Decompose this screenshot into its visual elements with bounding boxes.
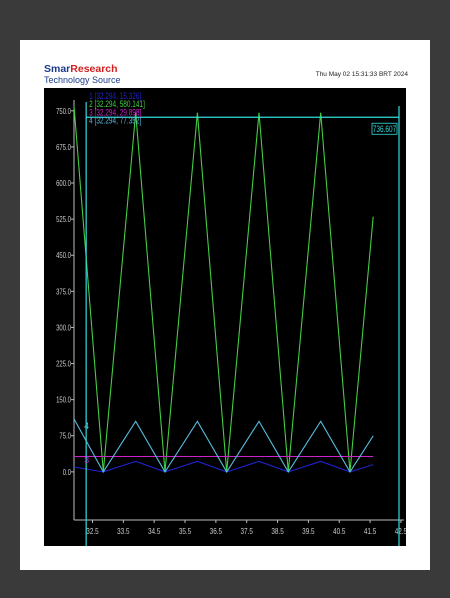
trend-chart-svg[interactable]: 750.0675.0600.0525.0450.0375.0300.0225.0… [44,88,406,546]
y-tick-label: 75.0 [59,431,71,441]
series-label-3: 3 [84,455,89,465]
cursor-value-label: 736.607 [373,124,396,134]
series-label-4: 4 [84,421,89,431]
y-tick-label: 525.0 [56,214,71,224]
x-tick-label: 36.5 [210,526,222,536]
company-logo: SmarResearch Technology Source [44,64,121,85]
report-timestamp: Thu May 02 15:31:33 BRT 2024 [315,71,408,78]
y-tick-label: 150.0 [56,395,71,405]
y-tick-label: 600.0 [56,178,71,188]
x-tick-label: 42.5 [395,526,406,536]
logo-subtitle: Technology Source [44,74,121,85]
trend-chart[interactable]: 750.0 675.0 600.0 525.0 450.0 375.0 300.0 225.0… [44,88,406,546]
y-tick-label: 300.0 [56,322,71,332]
x-tick-label: 32.5 [86,526,98,536]
y-tick-label: 450.0 [56,250,71,260]
x-tick-label: 41.5 [364,526,376,536]
x-tick-label: 33.5 [117,526,129,536]
x-tick-label: 34.5 [148,526,160,536]
series-2-line [73,105,374,472]
y-tick-label: 0.0 [63,467,71,477]
logo-research: Research [70,63,118,75]
y-tick-label: 750.0 [56,106,71,116]
x-tick-label: 40.5 [333,526,345,536]
x-tick-label: 37.5 [241,526,253,536]
y-tick-label: 225.0 [56,358,71,368]
x-tick-label: 35.5 [179,526,191,536]
x-tick-label: 39.5 [302,526,314,536]
report-page: SmarResearch Technology Source Thu May 0… [20,40,430,570]
y-tick-label: 375.0 [56,286,71,296]
logo-smar: Smar [44,63,71,75]
legend-entry-4: 4 [32.294, 77.352] [89,116,141,126]
x-tick-label: 38.5 [271,526,283,536]
y-tick-label: 675.0 [56,142,71,152]
